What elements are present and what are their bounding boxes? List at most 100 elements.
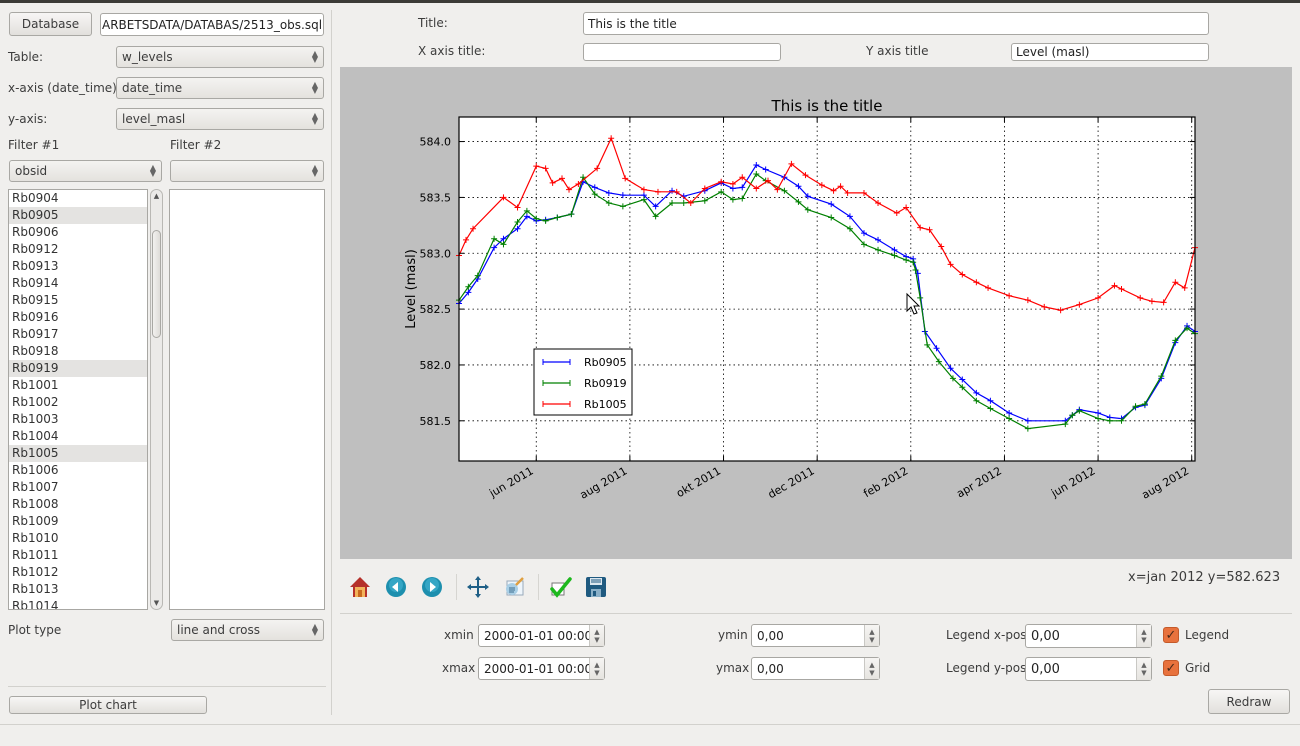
left-panel-divider — [8, 686, 326, 687]
list-item[interactable]: Rb0912 — [9, 241, 147, 258]
ymax-spinbox[interactable]: 0,00 ▲ ▼ — [751, 657, 880, 680]
list-item[interactable]: Rb0904 — [9, 190, 147, 207]
yaxis-title-input[interactable]: Level (masl) — [1011, 43, 1209, 61]
list-item[interactable]: Rb0914 — [9, 275, 147, 292]
legend-xpos-value: 0,00 — [1031, 628, 1060, 644]
legend-xpos-spinbox[interactable]: 0,00 ▲ ▼ — [1025, 624, 1152, 648]
back-icon[interactable] — [382, 573, 410, 601]
database-button[interactable]: Database — [9, 12, 92, 36]
y-tick-label: 583.5 — [420, 191, 452, 204]
filter1-select[interactable]: obsid ▲ ▼ — [9, 160, 162, 182]
filter2-list[interactable] — [169, 189, 325, 610]
legend-xpos-spin-buttons[interactable]: ▲ ▼ — [1136, 625, 1151, 647]
list-item[interactable]: Rb0918 — [9, 343, 147, 360]
list-item[interactable]: Rb1003 — [9, 411, 147, 428]
list-item[interactable]: Rb1006 — [9, 462, 147, 479]
xmin-datetime-edit[interactable]: 2000-01-01 00:00 ▲ ▼ — [478, 624, 605, 647]
legend-checkbox-label[interactable]: Legend — [1185, 628, 1229, 642]
redraw-button[interactable]: Redraw — [1208, 689, 1290, 714]
legend-label: Rb1005 — [584, 398, 627, 411]
list-item[interactable]: Rb1002 — [9, 394, 147, 411]
filter2-select[interactable]: ▲ ▼ — [170, 160, 324, 182]
chart-svg[interactable]: This is the title 581.5 582.0 582.5 583.0 58… — [340, 67, 1292, 559]
xmin-spin-buttons[interactable]: ▲ ▼ — [589, 625, 604, 646]
table-select-value: w_levels — [122, 50, 173, 64]
x-tick-label: feb 2012 — [861, 464, 910, 500]
ymin-spin-buttons[interactable]: ▲ ▼ — [864, 625, 879, 646]
plot-chart-button[interactable]: Plot chart — [9, 696, 207, 714]
legend[interactable]: Rb0905 Rb0919 Rb1005 — [533, 348, 633, 416]
chart-title: This is the title — [771, 97, 883, 115]
list-item[interactable]: Rb0915 — [9, 292, 147, 309]
y-tick-label: 584.0 — [420, 136, 452, 149]
list-item[interactable]: Rb1008 — [9, 496, 147, 513]
grid-checkbox[interactable]: ✓ — [1163, 660, 1179, 676]
subplot-config-icon[interactable] — [500, 573, 528, 601]
xaxis-title-input[interactable] — [583, 43, 781, 61]
legend-ypos-spin-buttons[interactable]: ▲ ▼ — [1136, 658, 1151, 680]
list-item[interactable]: Rb0917 — [9, 326, 147, 343]
list-item[interactable]: Rb1010 — [9, 530, 147, 547]
x-tick-label: aug 2012 — [1140, 464, 1192, 501]
database-path-field[interactable]: ARBETSDATA/DATABAS/2513_obs.sqlite — [100, 13, 324, 36]
list-item[interactable]: Rb0916 — [9, 309, 147, 326]
filter1-list[interactable]: Rb0904 Rb0905 Rb0906 Rb0912 Rb0913 Rb0914 Rb09… — [8, 189, 148, 610]
legend-xpos-label: Legend x-pos — [946, 628, 1027, 642]
scroll-down-icon[interactable]: ▼ — [151, 599, 162, 607]
table-select[interactable]: w_levels ▲ ▼ — [116, 46, 324, 68]
edit-axis-icon[interactable] — [546, 573, 574, 601]
window-top-bar — [0, 0, 1300, 3]
list-item[interactable]: Rb1007 — [9, 479, 147, 496]
title-input[interactable]: This is the title — [583, 12, 1209, 35]
list-item[interactable]: Rb0906 — [9, 224, 147, 241]
list-item[interactable]: Rb0913 — [9, 258, 147, 275]
x-tick-label: dec 2011 — [766, 464, 817, 501]
list-item[interactable]: Rb0905 — [9, 207, 147, 224]
xaxis-select-value: date_time — [122, 81, 183, 95]
list-item[interactable]: Rb0919 — [9, 360, 147, 377]
list-item[interactable]: Rb1009 — [9, 513, 147, 530]
legend-label: Rb0905 — [584, 356, 627, 369]
pan-icon[interactable] — [464, 573, 492, 601]
xaxis-title-label: X axis title: — [418, 44, 486, 58]
list-item[interactable]: Rb1004 — [9, 428, 147, 445]
grid-checkbox-label[interactable]: Grid — [1185, 661, 1210, 675]
save-icon[interactable] — [582, 573, 610, 601]
ymin-spinbox[interactable]: 0,00 ▲ ▼ — [751, 624, 880, 647]
scroll-up-icon[interactable]: ▲ — [151, 192, 162, 200]
panel-splitter[interactable] — [331, 10, 332, 715]
filter2-label: Filter #2 — [170, 138, 222, 152]
updown-arrows-icon: ▲ ▼ — [311, 163, 318, 178]
yaxis-select-value: level_masl — [122, 112, 186, 126]
ymax-spin-buttons[interactable]: ▲ ▼ — [864, 658, 879, 679]
list-item[interactable]: Rb1005 — [9, 445, 147, 462]
xmax-datetime-edit[interactable]: 2000-01-01 00:00 ▲ ▼ — [478, 657, 605, 680]
updown-arrows-icon: ▲ ▼ — [311, 49, 318, 64]
xaxis-select[interactable]: date_time ▲ ▼ — [116, 77, 324, 99]
list-item[interactable]: Rb1012 — [9, 564, 147, 581]
home-icon[interactable] — [346, 573, 374, 601]
legend-ypos-value: 0,00 — [1031, 661, 1060, 677]
plot-canvas[interactable]: This is the title 581.5 582.0 582.5 583.0 58… — [340, 67, 1292, 559]
list-item[interactable]: Rb1013 — [9, 581, 147, 598]
legend-label: Rb0919 — [584, 377, 627, 390]
xmax-label: xmax — [442, 661, 476, 675]
legend-checkbox[interactable]: ✓ — [1163, 627, 1179, 643]
xmin-label: xmin — [444, 628, 474, 642]
list-item[interactable]: Rb1011 — [9, 547, 147, 564]
plot-type-select[interactable]: line and cross ▲ ▼ — [171, 619, 324, 641]
toolbar-separator — [538, 574, 539, 600]
list-item[interactable]: Rb1001 — [9, 377, 147, 394]
title-label: Title: — [418, 16, 448, 30]
ymax-label: ymax — [716, 661, 750, 675]
list-item[interactable]: Rb1014 — [9, 598, 147, 609]
xmin-value: 2000-01-01 00:00 — [484, 628, 589, 643]
legend-ypos-spinbox[interactable]: 0,00 ▲ ▼ — [1025, 657, 1152, 681]
x-tick-label: jun 2012 — [1048, 464, 1097, 500]
xmax-spin-buttons[interactable]: ▲ ▼ — [589, 658, 604, 679]
scrollbar-thumb[interactable] — [152, 230, 161, 338]
forward-icon[interactable] — [418, 573, 446, 601]
yaxis-select[interactable]: level_masl ▲ ▼ — [116, 108, 324, 130]
filter1-label: Filter #1 — [8, 138, 60, 152]
filter1-scrollbar[interactable]: ▲ ▼ — [150, 189, 163, 610]
